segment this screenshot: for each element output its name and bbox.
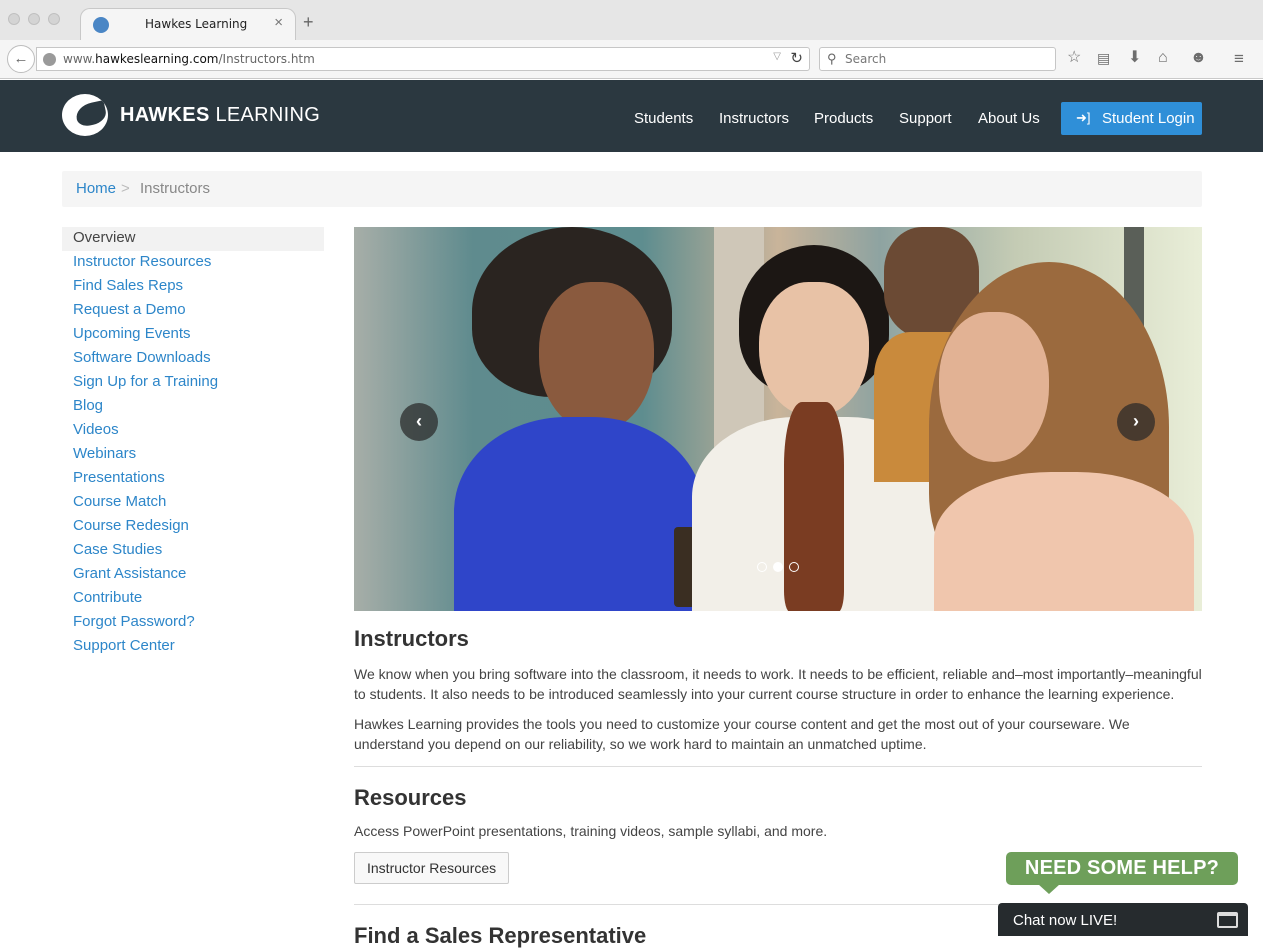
search-placeholder: Search [845,52,887,66]
download-icon[interactable]: ⬇ [1128,50,1141,66]
site-logo[interactable]: HAWKES LEARNING [120,104,320,127]
url-text[interactable]: www.hawkeslearning.com/Instructors.htm [63,52,315,66]
address-bar[interactable]: www.hawkeslearning.com/Instructors.htm ▽… [36,47,810,71]
nav-students[interactable]: Students [634,110,693,127]
reading-list-icon[interactable]: ▤ [1097,51,1110,65]
sidebar-item-overview[interactable]: Overview [62,227,324,251]
nav-support[interactable]: Support [899,110,952,127]
image-carousel: ‹ › [354,227,1202,611]
sidebar-item-videos[interactable]: Videos [62,419,324,443]
student-login-button[interactable]: ➜] Student Login [1061,102,1202,135]
sidebar-item-course-match[interactable]: Course Match [62,491,324,515]
globe-icon [43,53,56,66]
instructor-resources-button[interactable]: Instructor Resources [354,852,510,884]
sign-in-icon: ➜] [1076,110,1091,125]
main-content: Instructors We know when you bring softw… [354,626,1202,949]
nav-products[interactable]: Products [814,110,873,127]
sidebar-item-grant-assistance[interactable]: Grant Assistance [62,563,324,587]
nav-about-us[interactable]: About Us [978,110,1040,127]
sidebar-item-case-studies[interactable]: Case Studies [62,539,324,563]
browser-toolbar: ← www.hawkeslearning.com/Instructors.htm… [0,40,1263,79]
breadcrumb-current: Instructors [140,180,211,197]
site-header: HAWKES LEARNING Students Instructors Pro… [0,80,1263,152]
sidebar-item-course-redesign[interactable]: Course Redesign [62,515,324,539]
bookmark-star-icon[interactable]: ☆ [1067,50,1081,66]
resources-text: Access PowerPoint presentations, trainin… [354,823,828,839]
chat-window-icon[interactable] [1217,912,1238,928]
sidebar-item-software-downloads[interactable]: Software Downloads [62,347,324,371]
back-arrow-icon[interactable]: ← [7,45,35,73]
page-title: Instructors [354,626,469,651]
hawk-favicon-icon [93,17,109,33]
chevron-left-icon: ‹ [416,411,422,431]
window-minimize-button[interactable] [28,13,40,25]
sidebar-item-webinars[interactable]: Webinars [62,443,324,467]
sidebar-item-contribute[interactable]: Contribute [62,587,324,611]
chevron-right-icon: › [1133,411,1139,431]
search-input[interactable]: ⚲ Search [819,47,1056,71]
reload-icon[interactable]: ↻ [790,49,803,67]
menu-icon[interactable]: ≡ [1234,50,1244,67]
live-chat-bar[interactable]: Chat now LIVE! [998,903,1248,936]
carousel-dot-2[interactable] [773,562,783,572]
search-icon: ⚲ [827,51,837,66]
need-help-bubble[interactable]: NEED SOME HELP? [1006,852,1238,885]
sidebar-item-sign-up-for-a-training[interactable]: Sign Up for a Training [62,371,324,395]
browser-tab[interactable]: Hawkes Learning × [80,8,296,40]
breadcrumb-separator: > [121,180,130,197]
breadcrumb: Home > Instructors [62,171,1202,207]
sidebar-item-forgot-password[interactable]: Forgot Password? [62,611,324,635]
tab-close-icon[interactable]: × [274,14,283,31]
browser-tab-strip: Hawkes Learning × + [0,0,1263,40]
intro-paragraph-2: Hawkes Learning provides the tools you n… [354,716,1130,752]
new-tab-icon[interactable]: + [303,13,314,31]
carousel-photo [354,227,1202,611]
sidebar-item-find-sales-reps[interactable]: Find Sales Reps [62,275,324,299]
section-divider [354,766,1202,767]
url-dropdown-icon[interactable]: ▽ [773,51,781,62]
sidebar-item-upcoming-events[interactable]: Upcoming Events [62,323,324,347]
home-icon[interactable]: ⌂ [1158,50,1168,66]
carousel-dot-1[interactable] [757,562,767,572]
sidebar-item-instructor-resources[interactable]: Instructor Resources [62,251,324,275]
chat-label: Chat now LIVE! [1013,912,1118,929]
window-zoom-button[interactable] [48,13,60,25]
carousel-prev-button[interactable]: ‹ [400,403,438,441]
sidebar-item-presentations[interactable]: Presentations [62,467,324,491]
carousel-dot-3[interactable] [789,562,799,572]
sidebar-item-request-a-demo[interactable]: Request a Demo [62,299,324,323]
nav-instructors[interactable]: Instructors [719,110,789,127]
intro-paragraph-1: We know when you bring software into the… [354,666,1202,702]
window-close-button[interactable] [8,13,20,25]
hawk-logo-icon[interactable] [62,94,108,136]
carousel-next-button[interactable]: › [1117,403,1155,441]
sidebar-nav: Overview Instructor Resources Find Sales R… [62,227,324,659]
help-bubble-tail [1038,884,1060,894]
sidebar-item-blog[interactable]: Blog [62,395,324,419]
resources-heading: Resources [354,785,467,810]
chat-face-icon[interactable]: ☻ [1190,50,1207,66]
sidebar-item-support-center[interactable]: Support Center [62,635,324,659]
breadcrumb-home-link[interactable]: Home [76,180,116,197]
tab-title: Hawkes Learning [145,17,248,31]
